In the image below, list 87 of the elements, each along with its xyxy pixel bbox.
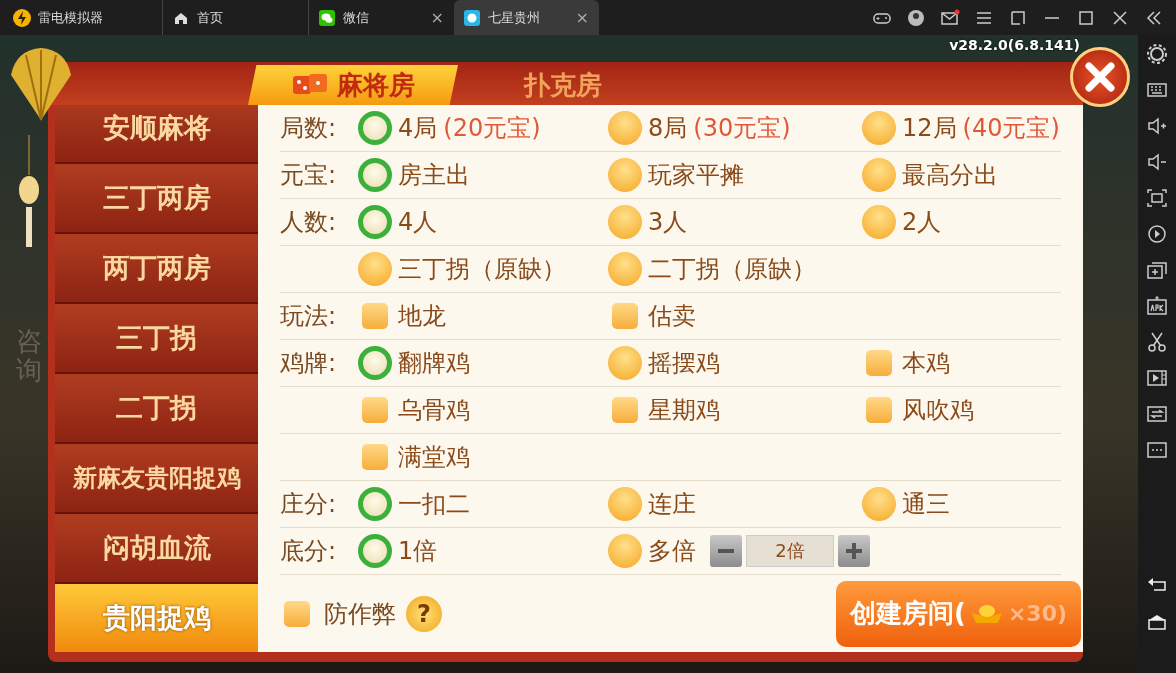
mode-tab[interactable]: 三丁两房 [55,162,258,232]
plus-icon [843,540,865,562]
option-label: 地龙 [398,301,446,332]
radio-button[interactable] [862,111,896,145]
row-label: 元宝: [280,160,338,191]
row-label: 底分: [280,536,338,567]
plus-button[interactable] [838,535,870,567]
radio-button[interactable] [862,205,896,239]
row-label: 玩法: [280,301,338,332]
radio-button[interactable] [608,205,642,239]
checkbox[interactable] [866,350,892,376]
radio-button[interactable] [608,252,642,286]
radio-button[interactable] [608,487,642,521]
version-label: v28.2.0(6.8.141) [949,37,1080,53]
chat-app-icon [319,9,335,26]
radio-button[interactable] [358,487,392,521]
option-label: 通三 [902,489,950,520]
mail-icon[interactable] [940,7,960,28]
option-label: 二丁拐（原缺） [648,254,816,285]
option-label: 摇摆鸡 [648,348,720,379]
app-logo [12,7,32,28]
mode-tab[interactable]: 新麻友贵阳捉鸡 [55,442,258,512]
radio-button[interactable] [608,111,642,145]
mode-tab[interactable]: 安顺麻将 [55,105,258,162]
browser-tab[interactable]: 七星贵州 × [454,0,599,35]
row-label: 局数: [280,113,338,144]
checkbox[interactable] [362,303,388,329]
option-label: 1倍 [398,536,438,567]
option-label: 最高分出 [902,160,998,191]
settings-icon[interactable] [1145,41,1169,67]
option-label: 多倍 [648,536,696,567]
mode-tab[interactable]: 三丁拐 [55,302,258,372]
row-label: 人数: [280,207,338,238]
user-icon[interactable] [906,7,926,28]
option-label: 4局 [398,113,438,144]
option-label: 星期鸡 [648,395,720,426]
mode-tab[interactable]: 二丁拐 [55,372,258,442]
cost-note: (40元宝) [962,113,1060,144]
radio-button[interactable] [862,487,896,521]
option-label: 3人 [648,207,688,238]
cost-note: (20元宝) [443,113,541,144]
radio-button[interactable] [358,346,392,380]
row-label: 庄分: [280,489,338,520]
option-label: 风吹鸡 [902,395,974,426]
option-label: 12局 [902,113,957,144]
option-label: 8局 [648,113,688,144]
minus-button[interactable] [710,535,742,567]
radio-button[interactable] [358,252,392,286]
close-icon [1083,60,1117,94]
radio-button[interactable] [358,534,392,568]
mode-tab[interactable]: 两丁两房 [55,232,258,302]
checkbox[interactable] [284,600,310,627]
radio-button[interactable] [358,205,392,239]
option-label: 三丁拐（原缺） [398,254,566,285]
app-icon [464,9,480,26]
radio-button[interactable] [608,534,642,568]
radio-button[interactable] [358,158,392,192]
row-label: 鸡牌: [280,348,338,379]
option-label: 翻牌鸡 [398,348,470,379]
option-label: 房主出 [398,160,470,191]
help-button[interactable]: ? [406,595,442,632]
option-label: 满堂鸡 [398,442,470,473]
checkbox[interactable] [612,303,638,329]
option-label: 4人 [398,207,438,238]
checkbox[interactable] [362,397,388,423]
mode-tab[interactable]: 闷胡血流 [55,512,258,582]
radio-button[interactable] [862,158,896,192]
radio-button[interactable] [358,111,392,145]
cost-note: (30元宝) [693,113,791,144]
option-label: 本鸡 [902,348,950,379]
option-label: 一扣二 [398,489,470,520]
option-label: 乌骨鸡 [398,395,470,426]
room-tab[interactable]: 麻将房 [248,65,458,105]
option-label: 防作弊 [324,598,396,630]
checkbox[interactable] [362,444,388,470]
option-label: 2人 [902,207,942,238]
app-name: 雷电模拟器 [38,8,103,27]
option-label: 连庄 [648,489,696,520]
multiplier-field[interactable]: 2倍 [746,535,834,567]
option-label: 估卖 [648,301,696,332]
checkbox[interactable] [612,397,638,423]
checkbox[interactable] [866,397,892,423]
minus-icon [715,549,737,553]
room-tab[interactable]: 扑克房 [458,65,668,105]
radio-button[interactable] [608,346,642,380]
radio-button[interactable] [608,158,642,192]
option-label: 玩家平摊 [648,160,744,191]
